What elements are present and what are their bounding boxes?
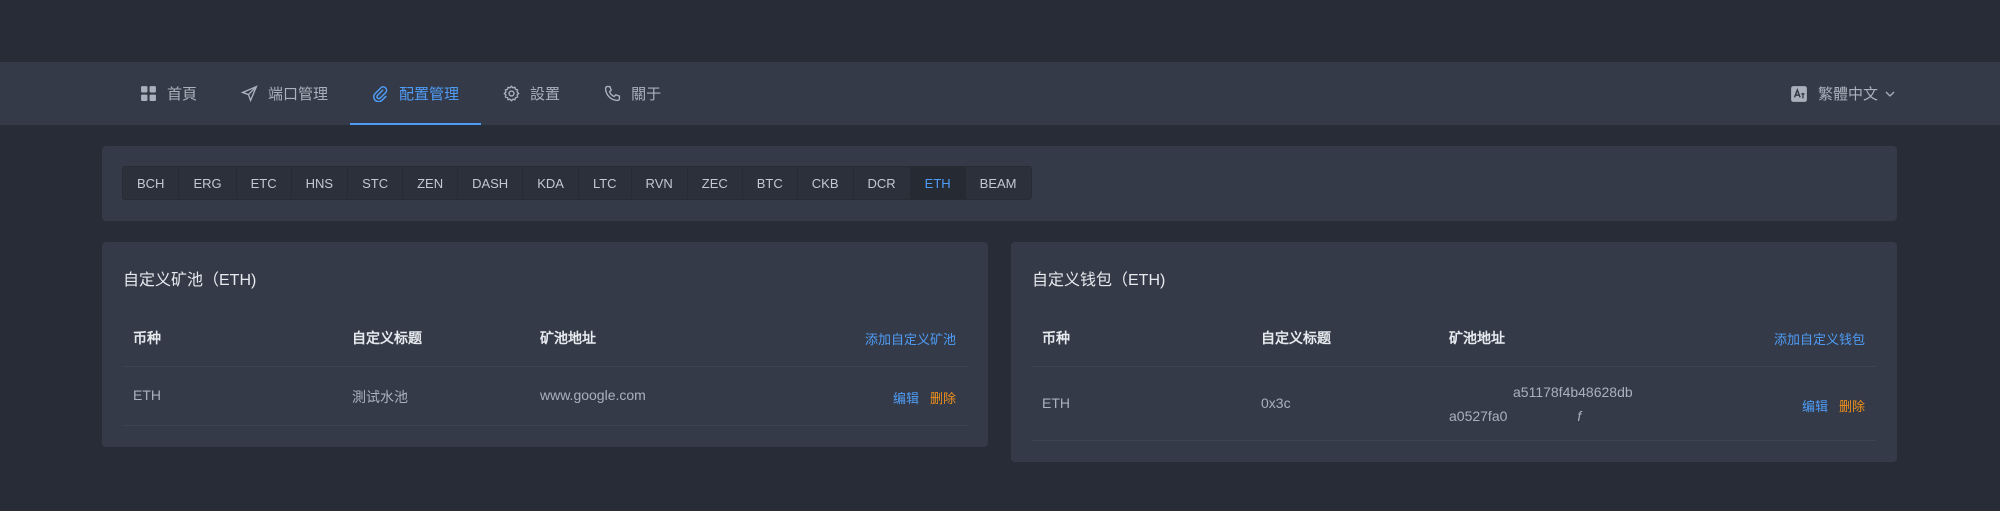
coin-selector-panel: BCH ERG ETC HNS STC ZEN DASH KDA LTC RVN ZEC BTC CKB…	[102, 146, 1897, 221]
coin-tab-kda[interactable]: KDA	[523, 167, 579, 199]
top-nav-bar: 首頁 端口管理 配置管理 設置 關于 繁體中文	[0, 62, 2000, 125]
main-nav: 首頁 端口管理 配置管理 設置 關于	[118, 62, 683, 125]
edit-link[interactable]: 编辑	[893, 388, 919, 407]
nav-item-label: 首頁	[167, 86, 198, 103]
coin-tab-erg[interactable]: ERG	[179, 167, 237, 199]
divider	[123, 366, 967, 367]
delete-link[interactable]: 删除	[930, 388, 956, 407]
send-icon	[241, 85, 258, 102]
nav-item-home[interactable]: 首頁	[118, 62, 219, 125]
coin-tab-zen[interactable]: ZEN	[403, 167, 459, 199]
custom-pool-card: 自定义矿池（ETH) 币种 自定义标题 矿池地址 添加自定义矿池 ETH 測试水…	[102, 242, 988, 447]
phone-icon	[604, 85, 621, 102]
card-title: 自定义矿池（ETH)	[123, 272, 257, 289]
coin-tab-group: BCH ERG ETC HNS STC ZEN DASH KDA LTC RVN ZEC BTC CKB…	[122, 166, 1032, 200]
coin-tab-etc[interactable]: ETC	[236, 167, 292, 199]
nav-item-label: 關于	[631, 86, 662, 103]
coin-tab-dash[interactable]: DASH	[458, 167, 524, 199]
coin-tab-eth[interactable]: ETH	[910, 167, 966, 199]
language-selector[interactable]: 繁體中文	[1790, 62, 1896, 125]
cell-address: a51178f4b48628db a0527fa0 f	[1449, 380, 1633, 428]
column-header-custom-title: 自定义标题	[352, 330, 422, 346]
nav-item-about[interactable]: 關于	[582, 62, 683, 125]
paperclip-icon	[373, 86, 388, 102]
column-header-address: 矿池地址	[540, 330, 596, 346]
nav-item-config[interactable]: 配置管理	[350, 62, 482, 125]
cell-coin: ETH	[1042, 395, 1070, 411]
cell-custom-title: 0x3c	[1261, 395, 1291, 411]
divider	[1032, 366, 1876, 367]
language-label: 繁體中文	[1817, 86, 1878, 103]
add-custom-pool-link[interactable]: 添加自定义矿池	[865, 329, 956, 348]
coin-tab-ltc[interactable]: LTC	[578, 167, 632, 199]
address-line-2: a0527fa0 f	[1449, 408, 1582, 424]
cell-address: www.google.com	[540, 387, 646, 403]
nav-item-label: 端口管理	[268, 86, 329, 103]
custom-wallet-card: 自定义钱包（ETH) 币种 自定义标题 矿池地址 添加自定义钱包 ETH 0x3…	[1011, 242, 1897, 462]
coin-tab-bch[interactable]: BCH	[123, 167, 180, 199]
divider	[1032, 440, 1876, 441]
coin-tab-btc[interactable]: BTC	[742, 167, 798, 199]
coin-tab-beam[interactable]: BEAM	[965, 167, 1031, 199]
cell-custom-title: 測试水池	[352, 389, 408, 405]
coin-tab-zec[interactable]: ZEC	[687, 167, 743, 199]
column-header-coin: 币种	[133, 330, 161, 346]
add-custom-wallet-link[interactable]: 添加自定义钱包	[1774, 329, 1865, 348]
card-title: 自定义钱包（ETH)	[1032, 272, 1166, 289]
coin-tab-hns[interactable]: HNS	[291, 167, 349, 199]
nav-item-label: 設置	[530, 86, 561, 103]
translate-icon	[1791, 85, 1807, 102]
gear-icon	[503, 85, 520, 102]
column-header-coin: 币种	[1042, 330, 1070, 346]
delete-link[interactable]: 删除	[1839, 396, 1865, 415]
chevron-down-icon	[1885, 91, 1895, 97]
nav-item-label: 配置管理	[399, 86, 460, 103]
edit-link[interactable]: 编辑	[1802, 396, 1828, 415]
coin-tab-rvn[interactable]: RVN	[631, 167, 688, 199]
column-header-address: 矿池地址	[1449, 330, 1505, 346]
redacted-mask	[1507, 411, 1578, 424]
coin-tab-dcr[interactable]: DCR	[853, 167, 911, 199]
nav-item-ports[interactable]: 端口管理	[219, 62, 350, 125]
cell-coin: ETH	[133, 387, 161, 403]
column-header-custom-title: 自定义标题	[1261, 330, 1331, 346]
grid-icon	[141, 86, 156, 101]
coin-tab-ckb[interactable]: CKB	[797, 167, 854, 199]
coin-tab-stc[interactable]: STC	[348, 167, 404, 199]
nav-item-settings[interactable]: 設置	[481, 62, 582, 125]
address-line-1: a51178f4b48628db	[1513, 384, 1633, 400]
divider	[123, 425, 967, 426]
